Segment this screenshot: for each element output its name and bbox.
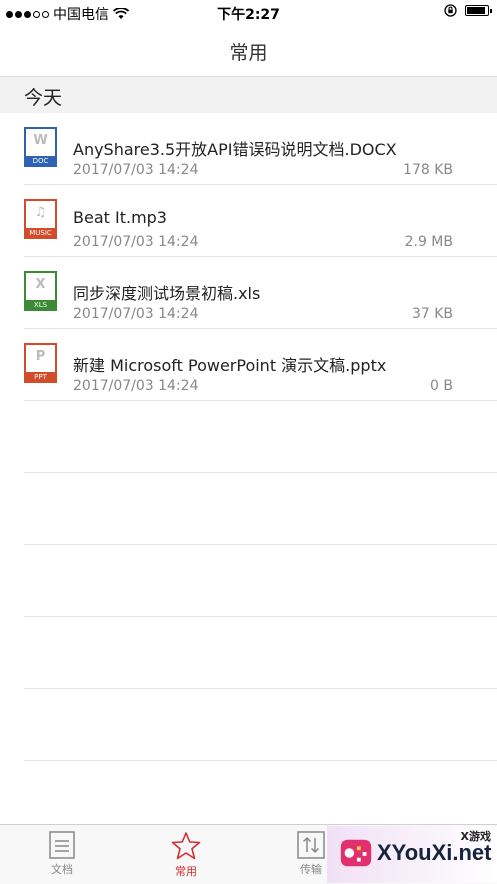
doc-file-icon: W DOC (24, 127, 57, 167)
status-right (444, 4, 492, 17)
status-time: 下午2:27 (217, 7, 280, 23)
page-title: 常用 (229, 42, 268, 64)
watermark-logo-icon (340, 839, 372, 867)
tab-favorites[interactable]: 常用 (146, 831, 226, 879)
ppt-file-icon: P PPT (24, 343, 57, 383)
orientation-lock-icon (444, 4, 457, 17)
section-header: 今天 (0, 77, 497, 113)
file-name: AnyShare3.5开放API错误码说明文档.DOCX (73, 140, 397, 159)
music-file-icon: ♫ MUSIC (24, 199, 57, 239)
document-icon (49, 831, 75, 859)
tab-documents[interactable]: 文档 (22, 831, 102, 877)
empty-row (0, 545, 497, 617)
nav-bar: 常用 (0, 26, 497, 77)
empty-row (0, 473, 497, 545)
watermark: X游戏 XYouXi.net (327, 826, 497, 883)
file-list: W DOC AnyShare3.5开放API错误码说明文档.DOCX 2017/… (0, 113, 497, 761)
file-row[interactable]: X XLS 同步深度测试场景初稿.xls 2017/07/03 14:24 37… (0, 257, 497, 329)
file-size: 2.9 MB (404, 234, 453, 250)
battery-icon (465, 5, 492, 16)
file-date: 2017/07/03 14:24 (73, 162, 199, 178)
star-icon (171, 832, 201, 860)
tab-label: 文档 (51, 863, 73, 876)
file-name: 新建 Microsoft PowerPoint 演示文稿.pptx (73, 356, 387, 375)
file-name: 同步深度测试场景初稿.xls (73, 284, 261, 303)
file-date: 2017/07/03 14:24 (73, 378, 199, 394)
section-title: 今天 (24, 87, 63, 109)
file-row[interactable]: W DOC AnyShare3.5开放API错误码说明文档.DOCX 2017/… (0, 113, 497, 185)
file-size: 0 B (430, 378, 453, 394)
tab-label: 常用 (175, 865, 197, 878)
row-divider (24, 760, 497, 761)
file-date: 2017/07/03 14:24 (73, 306, 199, 322)
file-row[interactable]: P PPT 新建 Microsoft PowerPoint 演示文稿.pptx … (0, 329, 497, 401)
empty-row (0, 401, 497, 473)
file-row[interactable]: ♫ MUSIC Beat It.mp3 2017/07/03 14:24 2.9… (0, 185, 497, 257)
file-name: Beat It.mp3 (73, 208, 167, 227)
status-bar: 中国电信 下午2:27 (0, 0, 497, 26)
file-size: 178 KB (403, 162, 453, 178)
file-date: 2017/07/03 14:24 (73, 234, 199, 250)
transfer-icon (297, 831, 325, 859)
watermark-text: XYouXi.net (377, 840, 492, 865)
empty-row (0, 617, 497, 689)
xls-file-icon: X XLS (24, 271, 57, 311)
empty-row (0, 689, 497, 761)
file-size: 37 KB (411, 306, 453, 322)
